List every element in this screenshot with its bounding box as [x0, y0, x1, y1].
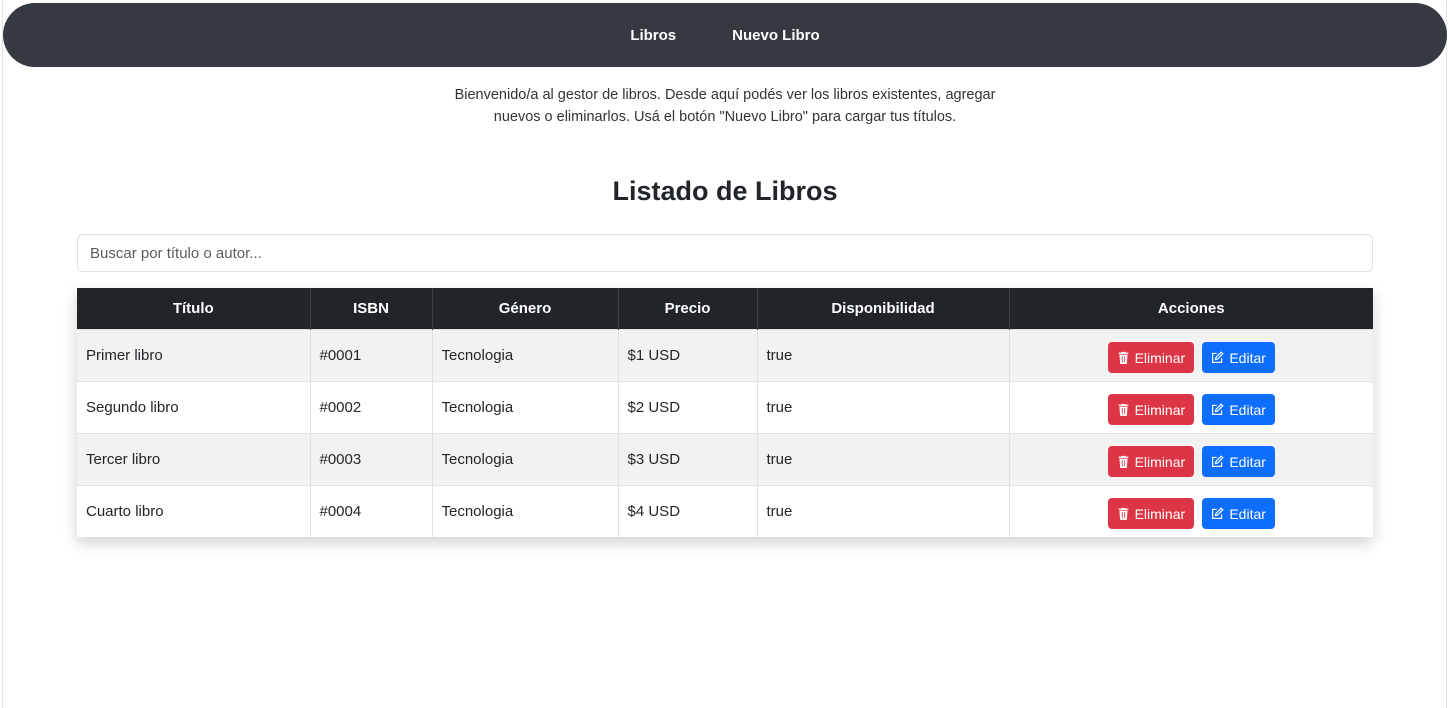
header-precio: Precio	[618, 288, 758, 330]
cell-disponibilidad: true	[757, 433, 1010, 486]
cell-disponibilidad: true	[757, 381, 1010, 434]
cell-genero: Tecnologia	[432, 329, 619, 382]
edit-button-label: Editar	[1229, 505, 1266, 522]
edit-button-label: Editar	[1229, 401, 1266, 418]
table-row: Tercer libro #0003 Tecnologia $3 USD tru…	[77, 433, 1373, 486]
delete-button[interactable]: Eliminar	[1107, 394, 1195, 425]
cell-precio: $2 USD	[618, 381, 758, 434]
header-titulo: Título	[77, 288, 311, 330]
cell-genero: Tecnologia	[432, 485, 619, 537]
trash-icon	[1117, 351, 1130, 364]
cell-isbn: #0002	[310, 381, 433, 434]
edit-button-label: Editar	[1229, 453, 1266, 470]
cell-titulo: Tercer libro	[77, 433, 311, 486]
header-genero: Género	[432, 288, 619, 330]
pencil-square-icon	[1211, 507, 1224, 520]
edit-button-label: Editar	[1229, 349, 1266, 366]
trash-icon	[1117, 507, 1130, 520]
delete-button-label: Eliminar	[1134, 349, 1186, 366]
page-title: Listado de Libros	[612, 176, 838, 206]
cell-isbn: #0001	[310, 329, 433, 382]
delete-button[interactable]: Eliminar	[1107, 446, 1195, 477]
header-disponibilidad: Disponibilidad	[757, 288, 1010, 330]
edit-button[interactable]: Editar	[1202, 446, 1275, 477]
cell-disponibilidad: true	[757, 329, 1010, 382]
edit-button[interactable]: Editar	[1202, 342, 1275, 373]
pencil-square-icon	[1211, 455, 1224, 468]
cell-genero: Tecnologia	[432, 433, 619, 486]
delete-button-label: Eliminar	[1134, 505, 1186, 522]
table-row: Segundo libro #0002 Tecnologia $2 USD tr…	[77, 381, 1373, 434]
nav-link-libros[interactable]: Libros	[630, 27, 676, 44]
nav-link-nuevo-libro[interactable]: Nuevo Libro	[732, 27, 820, 44]
header-isbn: ISBN	[310, 288, 433, 330]
header-acciones: Acciones	[1009, 288, 1373, 330]
cell-precio: $4 USD	[618, 485, 758, 537]
cell-titulo: Primer libro	[77, 329, 311, 382]
cell-titulo: Segundo libro	[77, 381, 311, 434]
edit-button[interactable]: Editar	[1202, 394, 1275, 425]
intro-text: Bienvenido/a al gestor de libros. Desde …	[454, 87, 996, 125]
cell-acciones: Eliminar Editar	[1009, 381, 1373, 434]
cell-isbn: #0003	[310, 433, 433, 486]
navbar: Libros Nuevo Libro	[3, 3, 1447, 67]
cell-isbn: #0004	[310, 485, 433, 537]
search-input[interactable]	[77, 234, 1373, 272]
cell-genero: Tecnologia	[432, 381, 619, 434]
table-row: Cuarto libro #0004 Tecnologia $4 USD tru…	[77, 485, 1373, 537]
cell-acciones: Eliminar Editar	[1009, 433, 1373, 486]
cell-acciones: Eliminar Editar	[1009, 485, 1373, 537]
cell-precio: $1 USD	[618, 329, 758, 382]
cell-disponibilidad: true	[757, 485, 1010, 537]
delete-button-label: Eliminar	[1134, 453, 1186, 470]
books-table-container: Título ISBN Género Precio Disponibilidad…	[77, 288, 1373, 537]
delete-button-label: Eliminar	[1134, 401, 1186, 418]
cell-precio: $3 USD	[618, 433, 758, 486]
table-row: Primer libro #0001 Tecnologia $1 USD tru…	[77, 329, 1373, 382]
trash-icon	[1117, 403, 1130, 416]
trash-icon	[1117, 455, 1130, 468]
edit-button[interactable]: Editar	[1202, 498, 1275, 529]
table-header-row: Título ISBN Género Precio Disponibilidad…	[77, 288, 1373, 330]
delete-button[interactable]: Eliminar	[1107, 342, 1195, 373]
pencil-square-icon	[1211, 351, 1224, 364]
pencil-square-icon	[1211, 403, 1224, 416]
cell-acciones: Eliminar Editar	[1009, 329, 1373, 382]
cell-titulo: Cuarto libro	[77, 485, 311, 537]
delete-button[interactable]: Eliminar	[1107, 498, 1195, 529]
books-table: Título ISBN Género Precio Disponibilidad…	[77, 288, 1373, 537]
